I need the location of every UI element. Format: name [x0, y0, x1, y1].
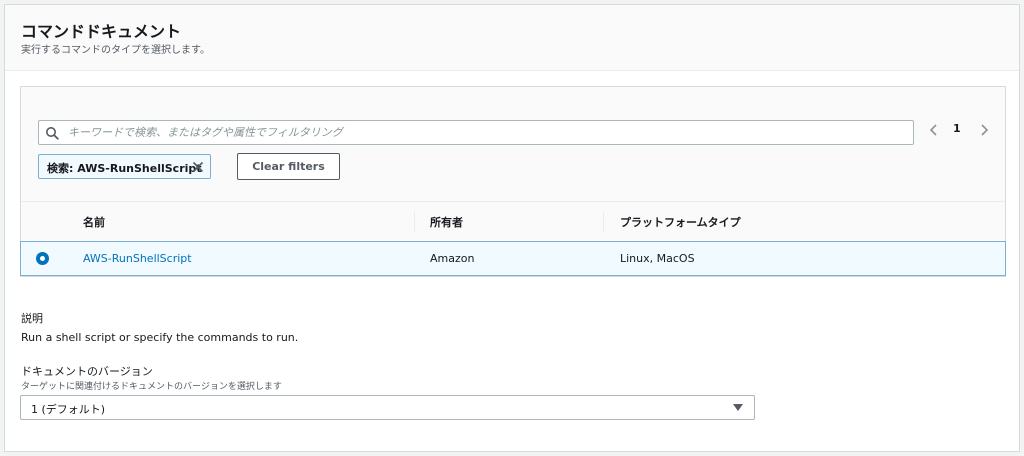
close-icon[interactable] [192, 161, 204, 173]
document-platform: Linux, MacOS [620, 252, 695, 265]
description-text: Run a shell script or specify the comman… [21, 331, 299, 344]
row-radio-selected[interactable] [36, 252, 49, 265]
document-name-link[interactable]: AWS-RunShellScript [83, 252, 192, 265]
command-document-panel: コマンドドキュメント 実行するコマンドのタイプを選択します。 1 検索: AWS… [4, 4, 1020, 452]
panel-header: コマンドドキュメント 実行するコマンドのタイプを選択します。 [5, 5, 1019, 71]
pagination: 1 [927, 120, 993, 142]
column-header-owner[interactable]: 所有者 [430, 214, 463, 230]
document-version-select[interactable]: 1 (デフォルト) [20, 395, 755, 420]
column-divider[interactable] [414, 212, 415, 232]
current-page-number[interactable]: 1 [953, 122, 961, 135]
caret-down-icon [733, 404, 743, 411]
table-row[interactable]: AWS-RunShellScript Amazon Linux, MacOS [20, 241, 1006, 276]
chevron-left-icon[interactable] [927, 122, 941, 138]
panel-title: コマンドドキュメント [21, 22, 182, 41]
description-label: 説明 [21, 312, 43, 325]
filter-token: 検索: AWS-RunShellScript [38, 154, 211, 179]
filter-token-label: 検索: AWS-RunShellScript [47, 162, 202, 175]
clear-filters-button[interactable]: Clear filters [237, 153, 340, 180]
search-icon [46, 127, 59, 140]
column-divider[interactable] [603, 212, 604, 232]
document-version-hint: ターゲットに関連付けるドキュメントのバージョンを選択します [21, 382, 282, 392]
column-header-name[interactable]: 名前 [83, 214, 105, 230]
document-version-label: ドキュメントのバージョン [21, 365, 153, 378]
column-header-platform[interactable]: プラットフォームタイプ [620, 214, 741, 230]
documents-table: 1 検索: AWS-RunShellScript Clear filters 名… [20, 86, 1006, 277]
document-owner: Amazon [430, 252, 475, 265]
panel-subtitle: 実行するコマンドのタイプを選択します。 [21, 45, 210, 56]
document-version-value: 1 (デフォルト) [31, 403, 106, 416]
chevron-right-icon[interactable] [977, 122, 991, 138]
search-field[interactable] [38, 120, 914, 145]
table-header: 名前 所有者 プラットフォームタイプ [21, 201, 1005, 241]
search-input[interactable] [68, 123, 908, 142]
